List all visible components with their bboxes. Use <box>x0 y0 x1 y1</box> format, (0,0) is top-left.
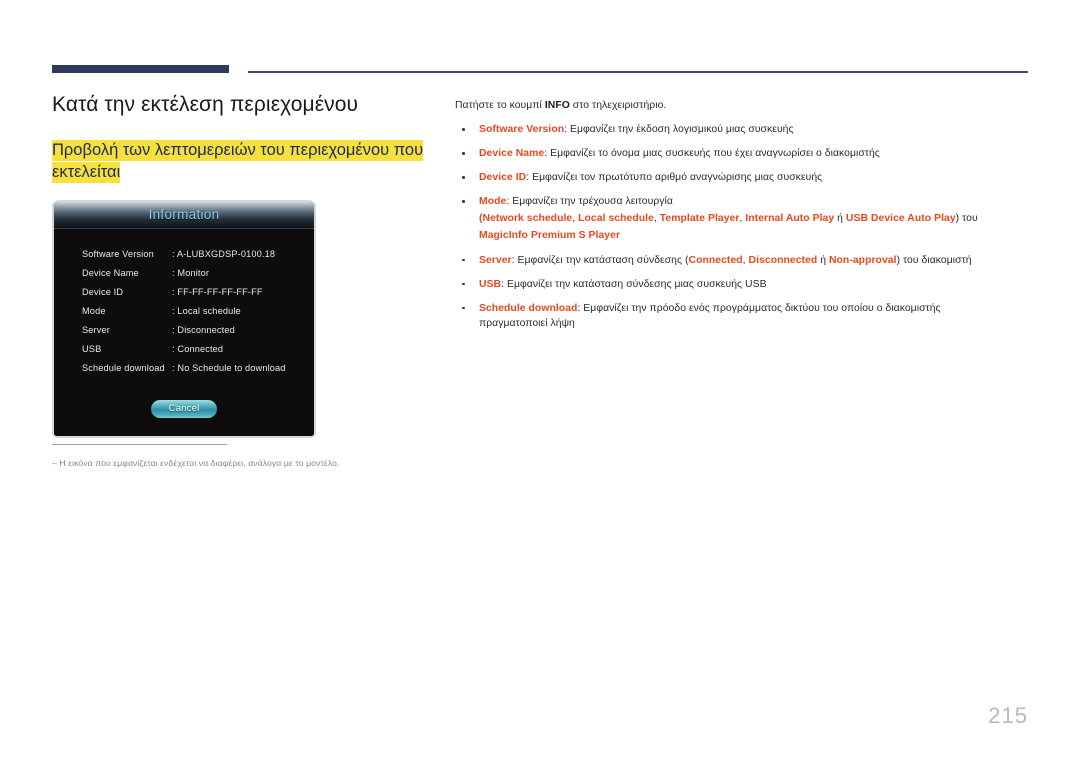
bullet-description-a: : Εμφανίζει την κατάσταση σύνδεσης ( <box>511 254 689 266</box>
bullet-description: : Εμφανίζει το όνομα μιας συσκευής που έ… <box>544 148 880 160</box>
osd-row: Schedule download : No Schedule to downl… <box>54 359 314 378</box>
list-item: Software Version: Εμφανίζει την έκδοση λ… <box>455 122 1030 137</box>
bullet-description: : Εμφανίζει την κατάσταση σύνδεσης μιας … <box>501 278 767 290</box>
osd-row-label: Server <box>82 325 110 336</box>
server-state-non-approval: Non-approval <box>828 254 897 266</box>
list-item: Mode: Εμφανίζει την τρέχουσα λειτουργία … <box>455 194 1030 243</box>
bullet-description-b: ) του διακομιστή <box>896 254 972 266</box>
mode-value-internal-auto-play: Internal Auto Play <box>745 213 835 225</box>
list-item: Device Name: Εμφανίζει το όνομα μιας συσ… <box>455 146 1030 161</box>
left-column: Κατά την εκτέλεση περιεχομένου Προβολή τ… <box>52 92 432 438</box>
osd-row-label: Mode <box>82 306 106 317</box>
intro-text-after: στο τηλεχειριστήριο. <box>569 100 667 111</box>
bullet-term: Device ID <box>479 172 527 184</box>
osd-row: USB : Connected <box>54 340 314 359</box>
bullet-description: : Εμφανίζει την τρέχουσα λειτουργία <box>506 196 673 208</box>
intro-text-before: Πατήστε το κουμπί <box>455 100 545 111</box>
osd-row-value: : Disconnected <box>172 325 235 336</box>
bullet-dot-icon <box>462 200 465 203</box>
server-or-word: ή <box>817 254 829 266</box>
bullet-description: : Εμφανίζει την πρόοδο ενός προγράμματος… <box>577 302 941 314</box>
bullet-mode-values-line: (Network schedule, Local schedule, Templ… <box>479 211 1030 226</box>
osd-row-label: Device Name <box>82 268 139 279</box>
osd-row-value: : Monitor <box>172 268 210 279</box>
osd-row-label: USB <box>82 344 102 355</box>
osd-row-value: : Local schedule <box>172 306 241 317</box>
footnote-block: ‒ Η εικόνα που εμφανίζεται ενδέχεται να … <box>52 444 432 469</box>
bullet-dot-icon <box>462 176 465 179</box>
osd-row: Mode : Local schedule <box>54 302 314 321</box>
bullet-term: Device Name <box>479 148 545 160</box>
page-header-rules <box>0 0 1080 80</box>
info-bullet-list: Software Version: Εμφανίζει την έκδοση λ… <box>455 122 1030 331</box>
osd-title-label: Information <box>148 207 220 223</box>
bullet-dot-icon <box>462 306 465 310</box>
osd-title-bar: Information <box>54 201 314 229</box>
mode-value-usb-device-auto-play: USB Device Auto Play <box>845 213 956 225</box>
section-heading: Προβολή των λεπτομερειών του περιεχομένο… <box>52 139 432 184</box>
bullet-dot-icon <box>462 282 465 286</box>
list-item: Schedule download: Εμφανίζει την πρόοδο … <box>455 301 1030 331</box>
page-number: 215 <box>988 703 1028 728</box>
osd-row-value: : No Schedule to download <box>172 363 286 374</box>
server-state-connected: Connected <box>688 254 743 266</box>
osd-information-dialog: Information Software Version : A-LUBXGDS… <box>52 199 316 438</box>
osd-row-value: : Connected <box>172 344 224 355</box>
bullet-term: Schedule download <box>479 302 578 314</box>
bullet-dot-icon <box>462 258 465 262</box>
paren-close: ) του <box>955 213 978 225</box>
info-key-label: INFO <box>544 100 570 111</box>
bullet-dot-icon <box>462 128 465 131</box>
bullet-term: Software Version <box>479 124 565 136</box>
osd-row-value: : FF-FF-FF-FF-FF-FF <box>172 287 263 298</box>
bullet-description-continued: πραγματοποιεί λήψη <box>479 317 575 329</box>
list-item: USB: Εμφανίζει την κατάσταση σύνδεσης μι… <box>455 277 1030 292</box>
osd-row: Device Name : Monitor <box>54 264 314 283</box>
osd-row: Device ID : FF-FF-FF-FF-FF-FF <box>54 283 314 302</box>
osd-row-value: : A-LUBXGDSP-0100.18 <box>172 249 276 260</box>
bullet-description: : Εμφανίζει την έκδοση λογισμικού μιας σ… <box>564 124 794 136</box>
osd-row-label: Device ID <box>82 287 124 298</box>
list-item: Server: Εμφανίζει την κατάσταση σύνδεσης… <box>455 253 1030 268</box>
mode-value-network-schedule: Network schedule <box>482 213 573 225</box>
footnote-divider <box>52 444 227 445</box>
osd-row: Server : Disconnected <box>54 321 314 340</box>
osd-row: Software Version : A-LUBXGDSP-0100.18 <box>54 245 314 264</box>
magicinfo-player-label: MagicInfo Premium S Player <box>479 230 621 242</box>
bullet-term: Mode <box>479 196 507 208</box>
cancel-button[interactable]: Cancel <box>151 399 217 418</box>
osd-dialog-body: Software Version : A-LUBXGDSP-0100.18 De… <box>54 228 314 436</box>
list-item: Device ID: Εμφανίζει τον πρωτότυπο αριθμ… <box>455 170 1030 185</box>
bullet-description: : Εμφανίζει τον πρωτότυπο αριθμό αναγνώρ… <box>526 172 823 184</box>
mode-or-word: ή <box>834 213 846 225</box>
bullet-term: USB <box>479 278 502 290</box>
right-column: Πατήστε το κουμπί INFO στο τηλεχειριστήρ… <box>455 98 1030 340</box>
bullet-term: Server <box>479 254 512 266</box>
server-state-disconnected: Disconnected <box>748 254 818 266</box>
header-thick-rule <box>52 65 229 73</box>
mode-value-local-schedule: Local schedule <box>578 213 654 225</box>
bullet-dot-icon <box>462 152 465 155</box>
page-title: Κατά την εκτέλεση περιεχομένου <box>52 93 359 116</box>
header-thin-rule <box>248 71 1028 73</box>
footnote-text: ‒ Η εικόνα που εμφανίζεται ενδέχεται να … <box>52 458 340 468</box>
intro-paragraph: Πατήστε το κουμπί INFO στο τηλεχειριστήρ… <box>455 98 1030 113</box>
mode-value-template-player: Template Player <box>659 213 740 225</box>
osd-button-row: Cancel <box>54 378 314 436</box>
osd-row-label: Software Version <box>82 249 154 260</box>
section-heading-highlight: Προβολή των λεπτομερειών του περιεχομένο… <box>52 140 424 184</box>
osd-row-label: Schedule download <box>82 363 165 374</box>
